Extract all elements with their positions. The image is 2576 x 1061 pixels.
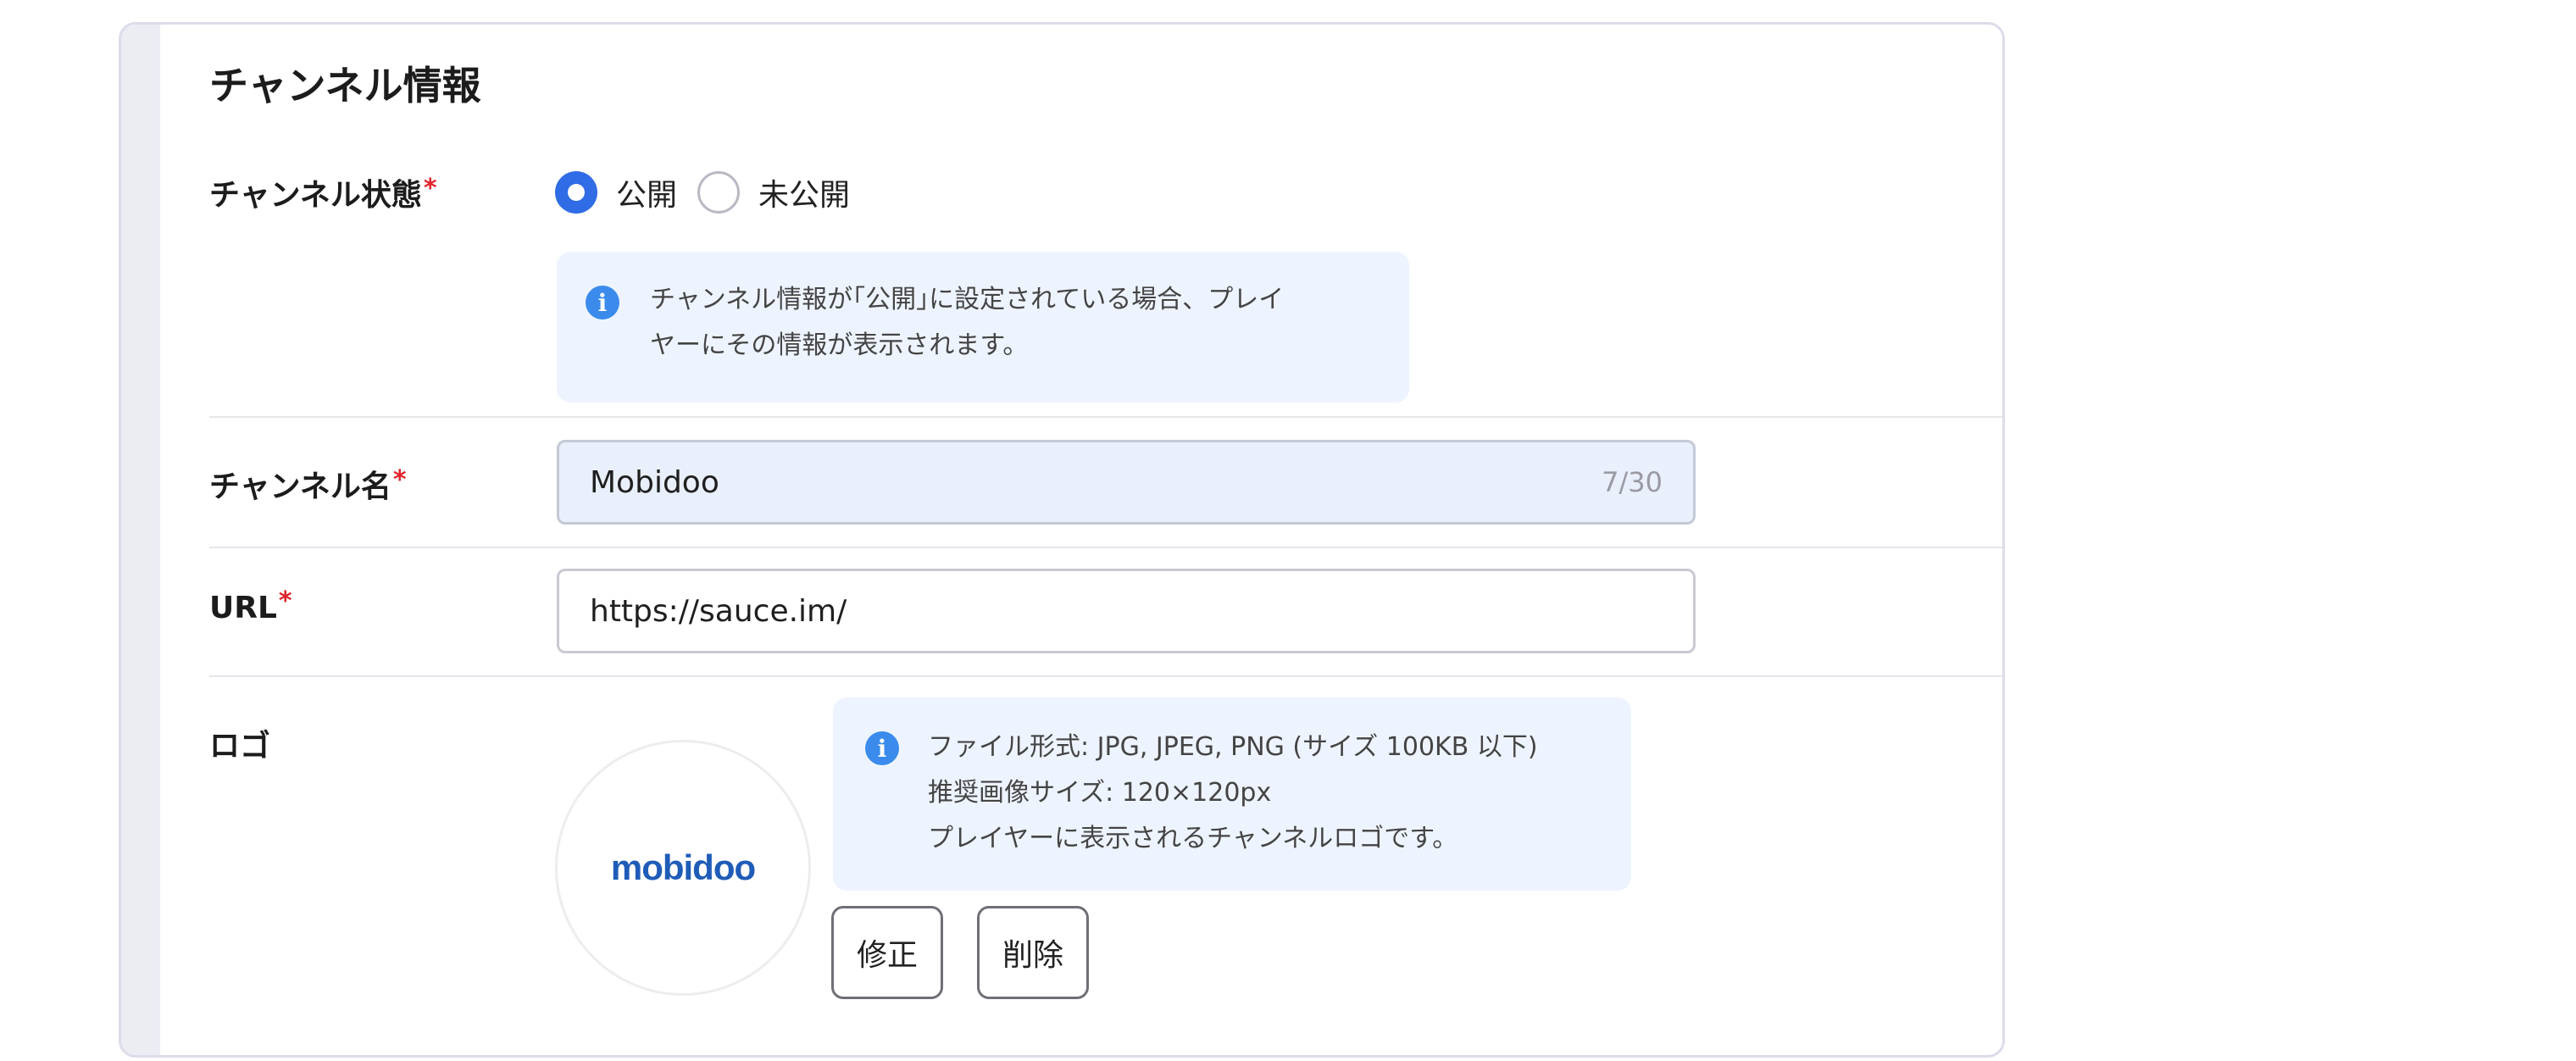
info-icon: i bbox=[865, 731, 899, 765]
logo-label: ロゴ bbox=[209, 729, 271, 764]
divider bbox=[209, 675, 2002, 677]
logo-info-line-2: 推奨画像サイズ: 120×120px bbox=[928, 778, 1272, 808]
status-info-line-2: ヤーにその情報が表示されます。 bbox=[650, 331, 1029, 360]
required-mark: * bbox=[278, 586, 292, 616]
logo-preview: mobidoo bbox=[555, 740, 811, 996]
delete-logo-button[interactable]: 削除 bbox=[977, 906, 1089, 999]
radio-public[interactable]: 公開 bbox=[555, 170, 677, 214]
info-icon: i bbox=[586, 286, 619, 319]
divider bbox=[209, 547, 2002, 548]
channel-status-label-text: チャンネル状態 bbox=[209, 178, 422, 213]
required-mark: * bbox=[423, 174, 437, 203]
channel-name-label-text: チャンネル名 bbox=[209, 469, 391, 504]
logo-info-line-3: プレイヤーに表示されるチャンネルロゴです。 bbox=[928, 824, 1458, 853]
status-info-text: チャンネル情報が｢公開｣に設定されている場合、プレイ ヤーにその情報が表示されま… bbox=[650, 277, 1284, 369]
channel-name-label: チャンネル名* bbox=[209, 462, 407, 506]
url-label: URL* bbox=[209, 586, 292, 625]
channel-status-label: チャンネル状態* bbox=[209, 170, 437, 214]
url-input[interactable]: https://sauce.im/ bbox=[557, 569, 1696, 653]
radio-private[interactable]: 未公開 bbox=[697, 170, 850, 214]
status-info-line-1: チャンネル情報が｢公開｣に設定されている場合、プレイ bbox=[650, 285, 1285, 314]
edit-logo-button[interactable]: 修正 bbox=[831, 906, 943, 999]
radio-private-circle[interactable] bbox=[697, 171, 741, 214]
section-title: チャンネル情報 bbox=[209, 63, 481, 108]
divider bbox=[209, 416, 2002, 418]
url-label-text: URL bbox=[209, 591, 277, 625]
channel-status-radio-group: 公開 未公開 bbox=[555, 170, 870, 214]
radio-public-label[interactable]: 公開 bbox=[616, 170, 677, 214]
mobidoo-logo-image: mobidoo bbox=[610, 847, 756, 887]
logo-info-box: i ファイル形式: JPG, JPEG, PNG (サイズ 100KB 以下) … bbox=[833, 697, 1631, 891]
radio-private-label[interactable]: 未公開 bbox=[758, 170, 850, 214]
logo-info-text: ファイル形式: JPG, JPEG, PNG (サイズ 100KB 以下) 推奨… bbox=[928, 725, 1538, 862]
status-info-box: i チャンネル情報が｢公開｣に設定されている場合、プレイ ヤーにその情報が表示さ… bbox=[557, 252, 1409, 403]
radio-public-circle[interactable] bbox=[555, 171, 597, 214]
required-mark: * bbox=[392, 465, 407, 495]
channel-info-card: チャンネル情報 チャンネル状態* 公開 未公開 i チャンネル情報が｢公開｣に設… bbox=[119, 22, 2005, 1058]
logo-info-line-1: ファイル形式: JPG, JPEG, PNG (サイズ 100KB 以下) bbox=[928, 732, 1538, 762]
channel-name-value[interactable]: Mobidoo bbox=[590, 465, 719, 500]
url-value[interactable]: https://sauce.im/ bbox=[590, 594, 847, 629]
card-left-accent-bar bbox=[121, 25, 160, 1055]
channel-name-char-counter: 7/30 bbox=[1602, 466, 1663, 498]
channel-name-input[interactable]: Mobidoo 7/30 bbox=[557, 440, 1696, 525]
